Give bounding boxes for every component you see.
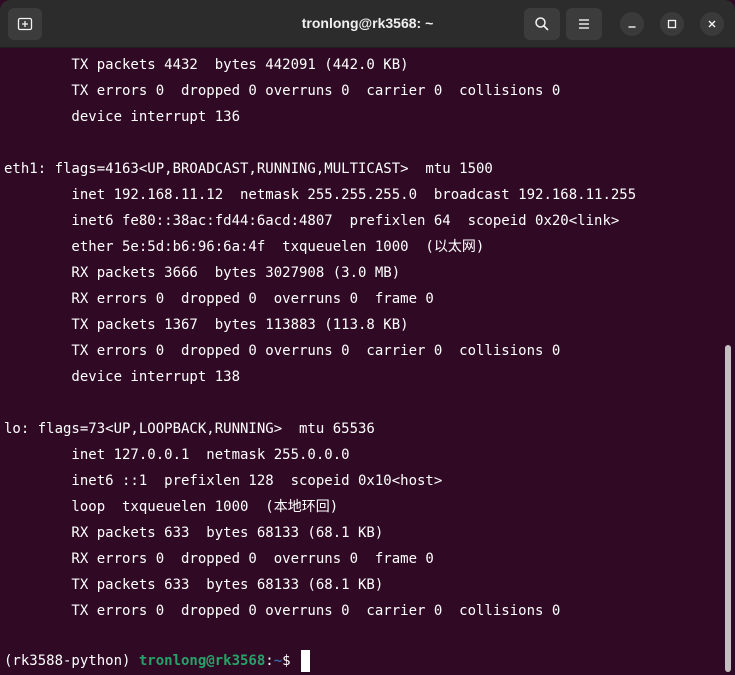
terminal-window: tronlong@rk3568: ~ TX packets 4432 bytes… bbox=[0, 0, 735, 675]
minimize-icon bbox=[628, 26, 636, 28]
prompt-separator: : bbox=[265, 653, 274, 669]
search-icon bbox=[535, 17, 549, 31]
output-line: device interrupt 138 bbox=[4, 369, 241, 385]
scrollbar-thumb[interactable] bbox=[725, 345, 731, 672]
titlebar: tronlong@rk3568: ~ bbox=[0, 0, 735, 48]
maximize-icon bbox=[667, 19, 677, 29]
terminal-output[interactable]: TX packets 4432 bytes 442091 (442.0 KB) … bbox=[0, 48, 735, 675]
output-line: inet 127.0.0.1 netmask 255.0.0.0 bbox=[4, 447, 350, 463]
new-tab-button[interactable] bbox=[8, 8, 42, 40]
search-button[interactable] bbox=[524, 8, 560, 40]
output-line: RX errors 0 dropped 0 overruns 0 frame 0 bbox=[4, 551, 434, 567]
prompt-env: (rk3588-python) bbox=[4, 653, 139, 669]
new-tab-icon bbox=[17, 17, 33, 31]
output-line: lo: flags=73<UP,LOOPBACK,RUNNING> mtu 65… bbox=[4, 421, 375, 437]
output-line: RX packets 3666 bytes 3027908 (3.0 MB) bbox=[4, 265, 401, 281]
close-button[interactable] bbox=[700, 12, 724, 36]
output-line: inet 192.168.11.12 netmask 255.255.255.0… bbox=[4, 187, 637, 203]
output-line: loop txqueuelen 1000 (本地环回) bbox=[4, 499, 339, 515]
prompt-user-host: tronlong@rk3568 bbox=[138, 653, 266, 669]
minimize-button[interactable] bbox=[620, 12, 644, 36]
output-line: inet6 ::1 prefixlen 128 scopeid 0x10<hos… bbox=[4, 473, 443, 489]
output-line: inet6 fe80::38ac:fd44:6acd:4807 prefixle… bbox=[4, 213, 620, 229]
close-icon bbox=[708, 20, 716, 28]
text-cursor bbox=[301, 650, 311, 672]
output-line: eth1: flags=4163<UP,BROADCAST,RUNNING,MU… bbox=[4, 161, 493, 177]
prompt-symbol: $ bbox=[282, 653, 300, 669]
output-line: RX errors 0 dropped 0 overruns 0 frame 0 bbox=[4, 291, 434, 307]
shell-prompt[interactable]: (rk3588-python) tronlong@rk3568:~$ bbox=[4, 648, 311, 674]
output-line: TX packets 1367 bytes 113883 (113.8 KB) bbox=[4, 317, 409, 333]
prompt-directory: ~ bbox=[273, 653, 283, 669]
output-line: TX packets 633 bytes 68133 (68.1 KB) bbox=[4, 577, 384, 593]
output-line: TX errors 0 dropped 0 overruns 0 carrier… bbox=[4, 603, 561, 619]
output-line: device interrupt 136 bbox=[4, 109, 241, 125]
menu-button[interactable] bbox=[566, 8, 602, 40]
output-line: RX packets 633 bytes 68133 (68.1 KB) bbox=[4, 525, 384, 541]
output-line: TX errors 0 dropped 0 overruns 0 carrier… bbox=[4, 83, 561, 99]
maximize-button[interactable] bbox=[660, 12, 684, 36]
hamburger-menu-icon bbox=[579, 19, 589, 29]
output-line: ether 5e:5d:b6:96:6a:4f txqueuelen 1000 … bbox=[4, 239, 485, 255]
output-line: TX packets 4432 bytes 442091 (442.0 KB) bbox=[4, 57, 409, 73]
output-line: TX errors 0 dropped 0 overruns 0 carrier… bbox=[4, 343, 561, 359]
